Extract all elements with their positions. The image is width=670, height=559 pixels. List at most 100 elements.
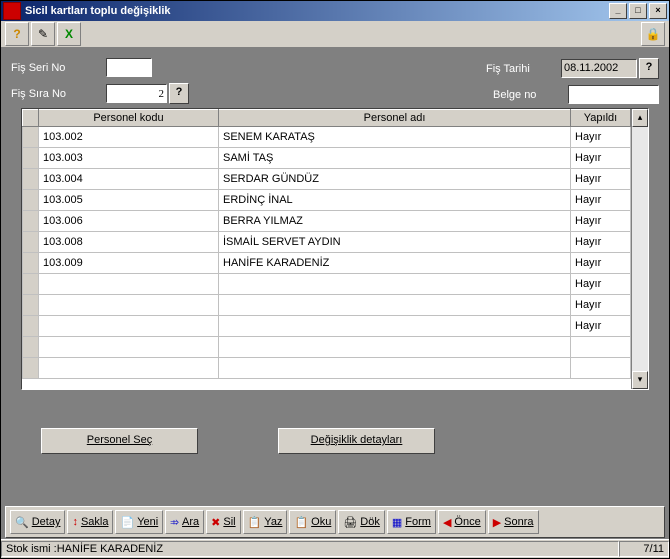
- row-header: [23, 148, 39, 169]
- fis-tarihi-help-button[interactable]: ?: [639, 58, 659, 79]
- cell-code[interactable]: 103.006: [39, 211, 219, 232]
- once-button[interactable]: ◀Önce: [438, 510, 486, 534]
- titlebar: Sicil kartları toplu değişiklik _ □ ×: [1, 1, 669, 21]
- sonra-button[interactable]: ▶Sonra: [488, 510, 539, 534]
- scroll-up-button[interactable]: ▴: [632, 109, 648, 127]
- cell-name[interactable]: [219, 274, 571, 295]
- maximize-button[interactable]: □: [629, 3, 647, 19]
- col-yapildi[interactable]: Yapıldı: [571, 110, 631, 127]
- data-grid[interactable]: Personel kodu Personel adı Yapıldı 103.0…: [21, 108, 649, 390]
- fis-tarihi-value: 08.11.2002: [561, 59, 637, 78]
- cell-code[interactable]: [39, 358, 219, 379]
- cell-name[interactable]: ERDİNÇ İNAL: [219, 190, 571, 211]
- scroll-track[interactable]: [632, 127, 648, 371]
- cell-name[interactable]: [219, 337, 571, 358]
- arrow-right-icon: ▶: [493, 516, 501, 529]
- excel-icon[interactable]: X: [57, 22, 81, 46]
- cell-code[interactable]: 103.009: [39, 253, 219, 274]
- minimize-button[interactable]: _: [609, 3, 627, 19]
- table-row[interactable]: 103.002SENEM KARATAŞHayır: [23, 127, 631, 148]
- cell-name[interactable]: SERDAR GÜNDÜZ: [219, 169, 571, 190]
- degisiklik-detaylari-button[interactable]: Değişiklik detayları: [278, 428, 435, 454]
- table-row[interactable]: Hayır: [23, 295, 631, 316]
- dok-button[interactable]: 🖨Dök: [338, 510, 385, 534]
- arrow-left-icon: ◀: [443, 516, 451, 529]
- fis-sira-input[interactable]: [106, 84, 167, 103]
- table-row[interactable]: Hayır: [23, 274, 631, 295]
- cell-name[interactable]: [219, 316, 571, 337]
- cell-name[interactable]: BERRA YILMAZ: [219, 211, 571, 232]
- sakla-button[interactable]: ↕Sakla: [67, 510, 113, 534]
- edit-icon[interactable]: ✎: [31, 22, 55, 46]
- yeni-button[interactable]: 📄Yeni: [115, 510, 163, 534]
- cell-code[interactable]: 103.003: [39, 148, 219, 169]
- sil-button[interactable]: ✖Sil: [206, 510, 240, 534]
- form-button[interactable]: ▦Form: [387, 510, 436, 534]
- status-left: Stok ismi :HANİFE KARADENİZ: [1, 541, 619, 557]
- cell-done[interactable]: Hayır: [571, 190, 631, 211]
- cell-code[interactable]: 103.004: [39, 169, 219, 190]
- row-header: [23, 211, 39, 232]
- col-personel-adi[interactable]: Personel adı: [219, 110, 571, 127]
- cell-done[interactable]: Hayır: [571, 127, 631, 148]
- cell-name[interactable]: [219, 358, 571, 379]
- app-icon: [3, 2, 21, 20]
- fis-sira-help-button[interactable]: ?: [169, 83, 189, 104]
- close-button[interactable]: ×: [649, 3, 667, 19]
- cell-name[interactable]: [219, 295, 571, 316]
- cell-done[interactable]: Hayır: [571, 232, 631, 253]
- cell-name[interactable]: SENEM KARATAŞ: [219, 127, 571, 148]
- cell-done[interactable]: Hayır: [571, 295, 631, 316]
- detay-button[interactable]: 🔍Detay: [10, 510, 65, 534]
- row-header: [23, 127, 39, 148]
- write-icon: 📋: [248, 516, 262, 529]
- row-header: [23, 337, 39, 358]
- personel-sec-button[interactable]: Personel Seç: [41, 428, 198, 454]
- cell-code[interactable]: [39, 274, 219, 295]
- cell-done[interactable]: Hayır: [571, 211, 631, 232]
- read-icon: 📋: [294, 516, 308, 529]
- col-personel-kodu[interactable]: Personel kodu: [39, 110, 219, 127]
- cell-done[interactable]: Hayır: [571, 274, 631, 295]
- cell-code[interactable]: [39, 295, 219, 316]
- status-bar: Stok ismi :HANİFE KARADENİZ 7/11: [1, 539, 669, 558]
- belge-no-input[interactable]: [568, 85, 659, 104]
- cell-done[interactable]: Hayır: [571, 148, 631, 169]
- row-header: [23, 253, 39, 274]
- table-row[interactable]: 103.004SERDAR GÜNDÜZHayır: [23, 169, 631, 190]
- cell-code[interactable]: [39, 316, 219, 337]
- table-row[interactable]: 103.005ERDİNÇ İNALHayır: [23, 190, 631, 211]
- fis-seri-input[interactable]: [106, 58, 152, 77]
- yaz-button[interactable]: 📋Yaz: [243, 510, 288, 534]
- table-row[interactable]: 103.008İSMAİL SERVET AYDINHayır: [23, 232, 631, 253]
- lock-icon[interactable]: 🔒: [641, 22, 665, 46]
- table-row[interactable]: [23, 358, 631, 379]
- row-header: [23, 316, 39, 337]
- cell-code[interactable]: [39, 337, 219, 358]
- table-row[interactable]: 103.006BERRA YILMAZHayır: [23, 211, 631, 232]
- cell-code[interactable]: 103.008: [39, 232, 219, 253]
- table-row[interactable]: [23, 337, 631, 358]
- cell-done[interactable]: Hayır: [571, 316, 631, 337]
- table-row[interactable]: Hayır: [23, 316, 631, 337]
- cell-done[interactable]: [571, 358, 631, 379]
- vertical-scrollbar[interactable]: ▴ ▾: [631, 109, 648, 389]
- oku-button[interactable]: 📋Oku: [289, 510, 336, 534]
- scroll-down-button[interactable]: ▾: [632, 371, 648, 389]
- table-row[interactable]: 103.003SAMİ TAŞHayır: [23, 148, 631, 169]
- window-title: Sicil kartları toplu değişiklik: [25, 5, 609, 17]
- print-icon: 🖨: [343, 516, 357, 529]
- cell-code[interactable]: 103.002: [39, 127, 219, 148]
- ara-button[interactable]: ⤃Ara: [165, 510, 204, 534]
- cell-name[interactable]: İSMAİL SERVET AYDIN: [219, 232, 571, 253]
- cell-code[interactable]: 103.005: [39, 190, 219, 211]
- cell-name[interactable]: HANİFE KARADENİZ: [219, 253, 571, 274]
- table-row[interactable]: 103.009HANİFE KARADENİZHayır: [23, 253, 631, 274]
- cell-done[interactable]: Hayır: [571, 253, 631, 274]
- main-area: Fiş Seri No Fiş Sıra No ? Fiş Tarihi 08.…: [1, 48, 669, 558]
- fis-tarihi-label: Fiş Tarihi: [486, 63, 561, 75]
- cell-done[interactable]: [571, 337, 631, 358]
- cell-done[interactable]: Hayır: [571, 169, 631, 190]
- help-icon[interactable]: ?: [5, 22, 29, 46]
- cell-name[interactable]: SAMİ TAŞ: [219, 148, 571, 169]
